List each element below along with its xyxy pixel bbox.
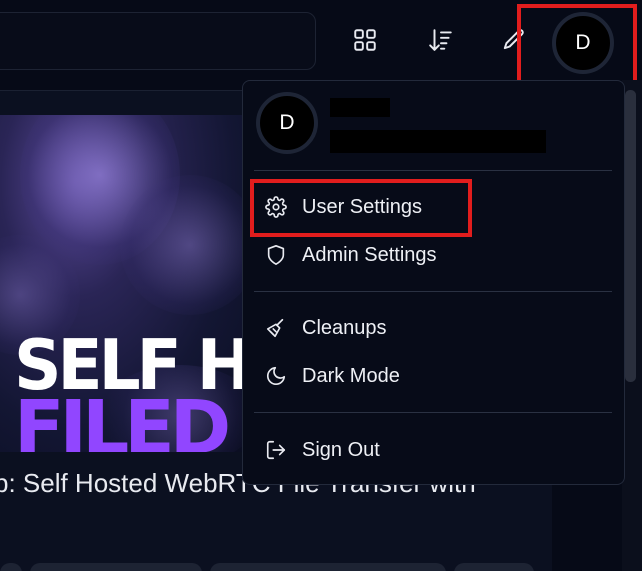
sort-descending-icon[interactable] (425, 24, 457, 56)
search-input[interactable] (0, 12, 316, 70)
menu-item-cleanups[interactable]: Cleanups (262, 308, 602, 348)
tag-pill[interactable] (210, 563, 446, 571)
menu-item-label: Dark Mode (302, 364, 400, 387)
menu-item-label: Sign Out (302, 438, 380, 461)
broom-icon (262, 314, 290, 342)
menu-divider (254, 291, 612, 292)
shield-icon (262, 241, 290, 269)
sign-out-icon (262, 436, 290, 464)
top-bar: D (0, 0, 642, 86)
video-thumbnail[interactable]: SELF HO FILED (0, 115, 250, 452)
menu-divider (254, 412, 612, 413)
grid-icon[interactable] (349, 24, 381, 56)
avatar-initial: D (575, 31, 591, 54)
menu-item-sign-out[interactable]: Sign Out (262, 430, 602, 470)
tag-pill[interactable] (454, 563, 534, 571)
menu-item-dark-mode[interactable]: Dark Mode (262, 356, 602, 396)
moon-icon (262, 362, 290, 390)
menu-divider (254, 170, 612, 171)
user-settings-highlight-box (250, 179, 472, 237)
menu-item-label: Admin Settings (302, 243, 437, 266)
thumbnail-text-line2: FILED (14, 385, 231, 452)
redacted-email (330, 130, 546, 153)
scrollbar-thumb[interactable] (625, 90, 636, 382)
menu-avatar: D (256, 92, 318, 154)
redacted-username (330, 98, 390, 117)
menu-avatar-initial: D (279, 111, 295, 134)
avatar-button[interactable]: D (552, 12, 614, 74)
tag-pill[interactable] (30, 563, 202, 571)
menu-item-label: Cleanups (302, 316, 387, 339)
menu-item-admin-settings[interactable]: Admin Settings (262, 235, 602, 275)
